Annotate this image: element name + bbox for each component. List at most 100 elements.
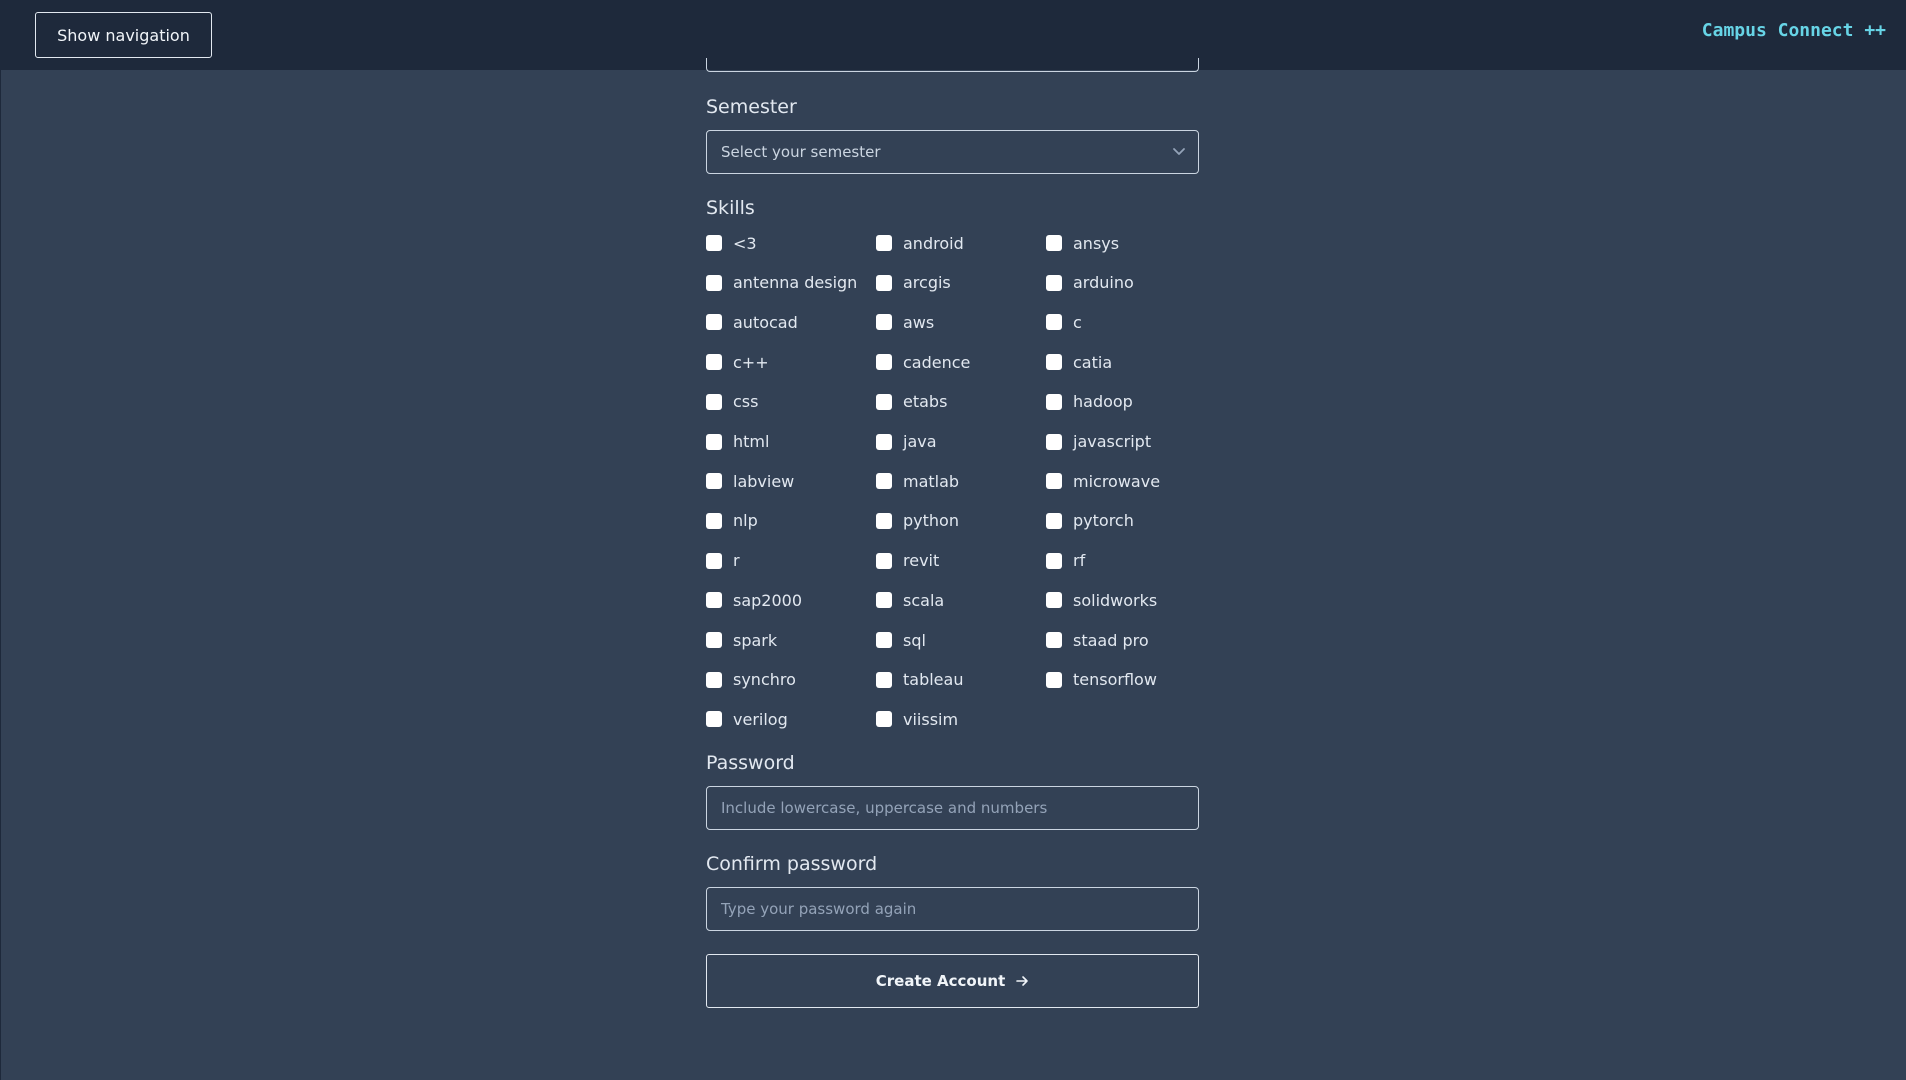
skill-label: synchro bbox=[733, 670, 796, 690]
show-navigation-button[interactable]: Show navigation bbox=[35, 12, 212, 58]
skill-checkbox[interactable] bbox=[1046, 552, 1062, 569]
skill-checkbox[interactable] bbox=[1046, 235, 1062, 251]
skill-checkbox[interactable] bbox=[706, 671, 722, 688]
skill-option[interactable]: java bbox=[876, 430, 937, 454]
skill-option[interactable]: solidworks bbox=[1046, 588, 1157, 612]
skill-checkbox[interactable] bbox=[706, 592, 722, 609]
skill-option[interactable]: revit bbox=[876, 549, 939, 573]
skill-option[interactable]: autocad bbox=[706, 310, 798, 334]
skill-checkbox[interactable] bbox=[876, 512, 892, 529]
skill-label: nlp bbox=[733, 511, 758, 531]
skill-option[interactable]: hadoop bbox=[1046, 390, 1133, 414]
skill-label: etabs bbox=[903, 392, 948, 412]
skill-checkbox[interactable] bbox=[876, 552, 892, 569]
skill-option[interactable]: etabs bbox=[876, 390, 947, 414]
skill-option[interactable]: aws bbox=[876, 310, 934, 334]
skill-label: spark bbox=[733, 630, 778, 650]
skill-checkbox[interactable] bbox=[706, 393, 722, 410]
skill-option[interactable]: r bbox=[706, 549, 740, 573]
skill-option[interactable]: catia bbox=[1046, 350, 1112, 374]
skill-checkbox[interactable] bbox=[706, 632, 722, 648]
confirm-password-label: Confirm password bbox=[706, 853, 878, 875]
skill-option[interactable]: html bbox=[706, 430, 769, 454]
skill-option[interactable]: tableau bbox=[876, 668, 963, 692]
skill-checkbox[interactable] bbox=[1046, 433, 1062, 450]
skill-label: android bbox=[903, 233, 964, 253]
skill-label: r bbox=[733, 551, 740, 571]
skill-option[interactable]: <3 bbox=[706, 231, 757, 255]
brand-title: Campus Connect ++ bbox=[1701, 20, 1886, 41]
skill-option[interactable]: nlp bbox=[706, 509, 758, 533]
skill-option[interactable]: c++ bbox=[706, 350, 769, 374]
skill-label: cadence bbox=[903, 352, 971, 372]
skill-checkbox[interactable] bbox=[876, 433, 892, 450]
skill-checkbox[interactable] bbox=[876, 274, 892, 291]
skill-checkbox[interactable] bbox=[876, 711, 892, 728]
skill-checkbox[interactable] bbox=[706, 473, 722, 490]
skills-label: Skills bbox=[706, 197, 755, 219]
skill-checkbox[interactable] bbox=[1046, 393, 1062, 410]
skill-checkbox[interactable] bbox=[876, 393, 892, 410]
skill-checkbox[interactable] bbox=[876, 592, 892, 609]
skill-option[interactable]: verilog bbox=[706, 707, 788, 731]
skill-checkbox[interactable] bbox=[1046, 274, 1062, 291]
skill-option[interactable]: android bbox=[876, 231, 964, 255]
skill-checkbox[interactable] bbox=[706, 433, 722, 450]
skill-option[interactable]: css bbox=[706, 390, 758, 414]
skill-label: aws bbox=[903, 312, 935, 332]
skill-option[interactable]: matlab bbox=[876, 469, 959, 493]
skill-checkbox[interactable] bbox=[706, 711, 722, 728]
skill-checkbox[interactable] bbox=[876, 314, 892, 331]
skill-label: viissim bbox=[903, 709, 959, 729]
skill-checkbox[interactable] bbox=[706, 274, 722, 291]
skill-label: html bbox=[733, 432, 770, 451]
skill-option[interactable]: viissim bbox=[876, 707, 958, 731]
skill-option[interactable]: python bbox=[876, 509, 959, 533]
skill-checkbox[interactable] bbox=[1046, 512, 1062, 529]
skill-option[interactable]: arduino bbox=[1046, 271, 1134, 295]
skill-checkbox[interactable] bbox=[876, 354, 892, 371]
skill-checkbox[interactable] bbox=[1046, 354, 1062, 371]
skill-checkbox[interactable] bbox=[876, 235, 892, 251]
confirm-password-input[interactable] bbox=[706, 887, 1199, 931]
password-input[interactable] bbox=[706, 786, 1199, 830]
skill-checkbox[interactable] bbox=[706, 354, 722, 371]
skill-checkbox[interactable] bbox=[706, 314, 722, 331]
skill-label: revit bbox=[903, 551, 940, 571]
skill-label: microwave bbox=[1073, 471, 1161, 491]
skill-option[interactable]: tensorflow bbox=[1046, 668, 1157, 692]
skill-option[interactable]: scala bbox=[876, 588, 944, 612]
semester-select[interactable]: Select your semester bbox=[706, 130, 1199, 174]
skill-option[interactable]: pytorch bbox=[1046, 509, 1134, 533]
skill-label: <3 bbox=[733, 233, 757, 253]
skill-option[interactable]: arcgis bbox=[876, 271, 951, 295]
skill-option[interactable]: c bbox=[1046, 310, 1082, 334]
skill-checkbox[interactable] bbox=[1046, 592, 1062, 609]
skill-option[interactable]: synchro bbox=[706, 668, 796, 692]
skill-checkbox[interactable] bbox=[1046, 314, 1062, 331]
skill-option[interactable]: cadence bbox=[876, 350, 970, 374]
skill-option[interactable]: javascript bbox=[1046, 430, 1151, 454]
skill-label: antenna design bbox=[733, 273, 858, 293]
skill-option[interactable]: microwave bbox=[1046, 469, 1160, 493]
skill-checkbox[interactable] bbox=[1046, 632, 1062, 648]
skill-checkbox[interactable] bbox=[1046, 671, 1062, 688]
skill-label: c bbox=[1073, 312, 1082, 332]
skill-checkbox[interactable] bbox=[876, 473, 892, 490]
skill-option[interactable]: ansys bbox=[1046, 231, 1119, 255]
skill-option[interactable]: rf bbox=[1046, 549, 1085, 573]
skill-option[interactable]: staad pro bbox=[1046, 628, 1149, 652]
skill-checkbox[interactable] bbox=[1046, 473, 1062, 490]
skill-checkbox[interactable] bbox=[876, 632, 892, 648]
create-account-button[interactable]: Create Account bbox=[706, 954, 1199, 1008]
skill-option[interactable]: spark bbox=[706, 628, 777, 652]
skill-option[interactable]: sql bbox=[876, 628, 926, 652]
skill-checkbox[interactable] bbox=[706, 512, 722, 529]
skill-option[interactable]: labview bbox=[706, 469, 794, 493]
skill-label: autocad bbox=[733, 312, 798, 332]
skill-option[interactable]: antenna design bbox=[706, 271, 857, 295]
skill-option[interactable]: sap2000 bbox=[706, 588, 802, 612]
skill-checkbox[interactable] bbox=[876, 671, 892, 688]
skill-checkbox[interactable] bbox=[706, 552, 722, 569]
skill-checkbox[interactable] bbox=[706, 235, 722, 251]
